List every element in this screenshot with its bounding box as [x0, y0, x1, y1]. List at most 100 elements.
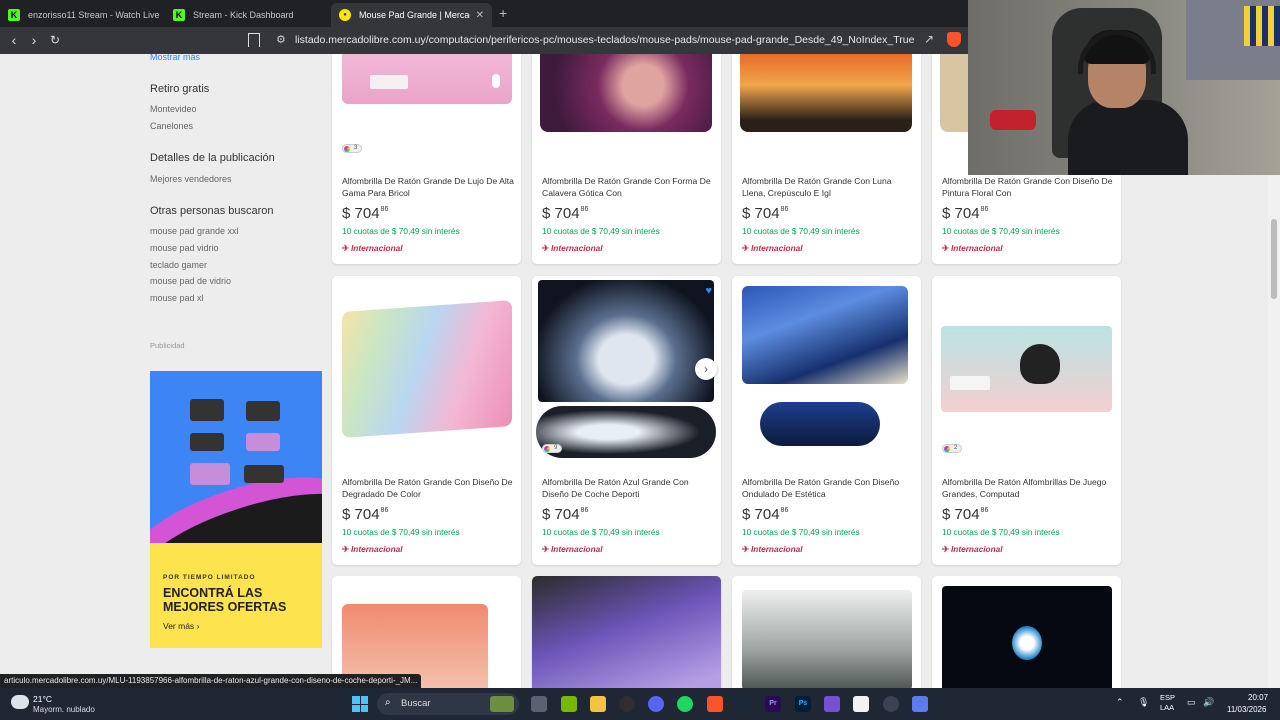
task-view-icon[interactable] — [531, 696, 547, 712]
close-tab-icon[interactable]: ✕ — [470, 10, 484, 21]
airplane-icon: ✈ — [742, 544, 749, 554]
file-explorer-icon[interactable] — [590, 696, 606, 712]
mostrar-mas-link[interactable]: Mostrar más — [150, 54, 200, 62]
carousel-next-button[interactable]: › — [695, 358, 717, 380]
bookmark-icon[interactable] — [248, 33, 260, 47]
address-bar[interactable]: listado.mercadolibre.com.uy/computacion/… — [295, 34, 915, 46]
product-card[interactable]: Alfombrilla De Ratón Grande Con Forma De… — [532, 54, 721, 264]
international-shipping-badge: ✈ Internacional — [342, 544, 403, 554]
color-variants-badge[interactable]: 3 — [342, 144, 362, 153]
cloud-icon[interactable] — [11, 695, 29, 709]
clock-date[interactable]: 11/03/2026 — [1227, 705, 1266, 714]
weather-temp[interactable]: 21°C — [33, 694, 52, 704]
volume-icon[interactable]: 🔊 — [1203, 697, 1214, 708]
tab-kick-dashboard[interactable]: K Stream - Kick Dashboard — [165, 3, 330, 27]
airplane-icon: ✈ — [942, 544, 949, 554]
spotify-icon[interactable] — [677, 696, 693, 712]
language-indicator[interactable]: ESP LAA — [1160, 693, 1175, 713]
windows-start-icon[interactable] — [352, 696, 368, 712]
link-preview-status: articulo.mercadolibre.com.uy/MLU-1193857… — [0, 674, 422, 688]
product-title[interactable]: Alfombrilla De Ratón Alfombrillas De Jue… — [942, 476, 1114, 500]
nvidia-icon[interactable] — [561, 696, 577, 712]
related-search-link[interactable]: mouse pad vidrio — [150, 243, 219, 253]
scrollbar-thumb[interactable] — [1271, 219, 1277, 299]
publicidad-label: Publicidad — [150, 341, 185, 350]
product-title[interactable]: Alfombrilla De Ratón Grande Con Forma De… — [542, 175, 714, 199]
product-card[interactable] — [932, 576, 1121, 688]
related-search-link[interactable]: teclado gamer — [150, 260, 207, 270]
product-card[interactable]: Alfombrilla De Ratón Grande Con Diseño O… — [732, 276, 921, 565]
search-highlight-image — [490, 696, 514, 712]
microphone-tray-icon[interactable]: 🎙 — [1138, 697, 1149, 708]
related-search-link[interactable]: mouse pad grande xxl — [150, 226, 239, 236]
product-installments: 10 cuotas de $ 70,49 sin interés — [942, 527, 1060, 537]
ad-image — [150, 371, 322, 543]
weather-desc[interactable]: Mayorm. nublado — [33, 705, 95, 714]
new-tab-button[interactable]: + — [499, 5, 507, 21]
reload-button[interactable]: ↻ — [47, 32, 63, 48]
related-search-link[interactable]: mouse pad de vidrio — [150, 276, 231, 286]
filter-mejores-vendedores[interactable]: Mejores vendedores — [150, 174, 232, 184]
product-card[interactable] — [732, 576, 921, 688]
product-card[interactable]: 2 Alfombrilla De Ratón Alfombrillas De J… — [932, 276, 1121, 565]
airplane-icon: ✈ — [342, 544, 349, 554]
product-price: $ 70486 — [942, 205, 989, 222]
product-title[interactable]: Alfombrilla De Ratón Grande Con Diseño O… — [742, 476, 914, 500]
product-title[interactable]: Alfombrilla De Ratón Azul Grande Con Dis… — [542, 476, 714, 500]
ad-ver-mas-link[interactable]: Ver más › — [163, 621, 199, 631]
color-variants-badge[interactable]: 2 — [942, 444, 962, 453]
photoshop-icon[interactable]: Ps — [795, 696, 811, 712]
after-effects-icon[interactable] — [824, 696, 840, 712]
brave-icon[interactable] — [707, 696, 723, 712]
capcut-icon[interactable] — [853, 696, 869, 712]
tab-mercadolibre[interactable]: ● Mouse Pad Grande | MercadoLibre ✕ — [331, 3, 492, 27]
windows-taskbar: 21°C Mayorm. nublado ⌕ Buscar Pr Ps ⌃ 🎙 … — [0, 688, 1280, 720]
product-card[interactable]: ♥ › 9 Alfombrilla De Ratón Azul Grande C… — [532, 276, 721, 565]
steam-icon[interactable] — [736, 696, 752, 712]
product-card[interactable]: Alfombrilla De Ratón Grande Con Diseño D… — [332, 276, 521, 565]
filter-canelones[interactable]: Canelones — [150, 121, 193, 131]
product-title[interactable]: Alfombrilla De Ratón Grande Con Diseño D… — [942, 175, 1114, 199]
product-price: $ 70486 — [542, 506, 589, 523]
product-title[interactable]: Alfombrilla De Ratón Grande De Lujo De A… — [342, 175, 514, 199]
tab-title: Mouse Pad Grande | MercadoLibre — [359, 10, 470, 20]
ad-headline: ENCONTRÁ LAS MEJORES OFERTAS — [163, 586, 287, 614]
airplane-icon: ✈ — [542, 544, 549, 554]
product-card[interactable] — [332, 576, 521, 688]
favorite-heart-icon[interactable]: ♥ — [705, 285, 712, 297]
product-card[interactable] — [532, 576, 721, 688]
back-button[interactable]: ‹ — [6, 32, 22, 48]
settings-icon[interactable] — [883, 696, 899, 712]
tab-kick-stream[interactable]: K enzorisso11 Stream - Watch Live — [0, 3, 165, 27]
color-variants-badge[interactable]: 9 — [542, 444, 562, 453]
international-shipping-badge: ✈ Internacional — [942, 243, 1003, 253]
ad-cta-label: Ver más — [163, 621, 195, 631]
product-title[interactable]: Alfombrilla De Ratón Grande Con Diseño D… — [342, 476, 514, 500]
ad-product-image — [190, 463, 230, 485]
premiere-icon[interactable]: Pr — [765, 696, 781, 712]
product-installments: 10 cuotas de $ 70,49 sin interés — [542, 226, 660, 236]
mercadolibre-icon: ● — [339, 9, 351, 21]
network-icon[interactable]: ▭ — [1187, 697, 1196, 708]
retiro-title: Retiro gratis — [150, 83, 210, 95]
ad-product-image — [244, 465, 284, 483]
related-search-link[interactable]: mouse pad xl — [150, 293, 204, 303]
product-card[interactable]: 3 Alfombrilla De Ratón Grande De Lujo De… — [332, 54, 521, 264]
filter-montevideo[interactable]: Montevideo — [150, 104, 197, 114]
brave-shield-icon[interactable] — [947, 32, 961, 47]
site-info-icon[interactable]: ⚙ — [276, 33, 286, 46]
international-shipping-badge: ✈ Internacional — [742, 544, 803, 554]
clock-time[interactable]: 20:07 — [1248, 693, 1268, 702]
product-title[interactable]: Alfombrilla De Ratón Grande Con Luna Lle… — [742, 175, 914, 199]
product-image — [732, 576, 921, 688]
ad-product-image — [190, 399, 224, 421]
obs-icon[interactable] — [619, 696, 635, 712]
taskbar-search[interactable]: ⌕ Buscar — [377, 693, 519, 715]
product-card[interactable]: Alfombrilla De Ratón Grande Con Luna Lle… — [732, 54, 921, 264]
app-icon[interactable] — [912, 696, 928, 712]
ad-banner[interactable]: POR TIEMPO LIMITADO ENCONTRÁ LAS MEJORES… — [150, 371, 322, 648]
show-hidden-icons[interactable]: ⌃ — [1116, 697, 1124, 708]
forward-button[interactable]: › — [26, 32, 42, 48]
discord-icon[interactable] — [648, 696, 664, 712]
share-icon[interactable]: ↗ — [924, 32, 934, 46]
